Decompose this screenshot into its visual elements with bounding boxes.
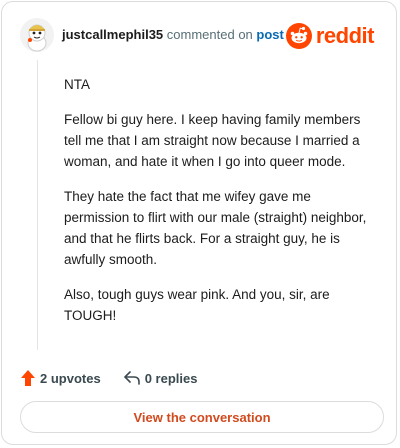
comment-paragraph: Also, tough guys wear pink. And you, sir…	[64, 287, 330, 323]
comment-paragraph: They hate the fact that me wifey gave me…	[64, 189, 367, 267]
comment-paragraph: Fellow bi guy here. I keep having family…	[64, 112, 361, 169]
comment-actions: 2 upvotes 0 replies	[20, 367, 197, 389]
view-conversation-button[interactable]: View the conversation	[20, 401, 384, 433]
reply-button[interactable]: 0 replies	[123, 370, 198, 386]
thread-line	[37, 60, 38, 350]
upvote-arrow-icon	[21, 370, 35, 386]
upvote-count: 2 upvotes	[40, 370, 101, 386]
comment-card: justcallmephil35 commented on post reddi…	[1, 1, 397, 445]
username[interactable]: justcallmephil35	[62, 27, 163, 42]
upvote-button[interactable]: 2 upvotes	[20, 369, 101, 387]
reply-count: 0 replies	[144, 370, 198, 386]
post-link[interactable]: post	[256, 27, 283, 42]
reddit-brand[interactable]: reddit	[285, 22, 375, 50]
comment-meta: justcallmephil35 commented on post	[62, 27, 284, 42]
avatar[interactable]	[20, 18, 54, 52]
comment-paragraph: NTA	[64, 77, 90, 92]
reddit-logo-icon	[285, 23, 312, 49]
comment-header: justcallmephil35 commented on post reddi…	[20, 18, 378, 54]
commented-on-label: commented on	[166, 27, 253, 42]
reddit-wordmark: reddit	[315, 23, 375, 48]
comment-body: NTA Fellow bi guy here. I keep having fa…	[64, 74, 376, 340]
reply-arrow-icon	[123, 371, 140, 385]
